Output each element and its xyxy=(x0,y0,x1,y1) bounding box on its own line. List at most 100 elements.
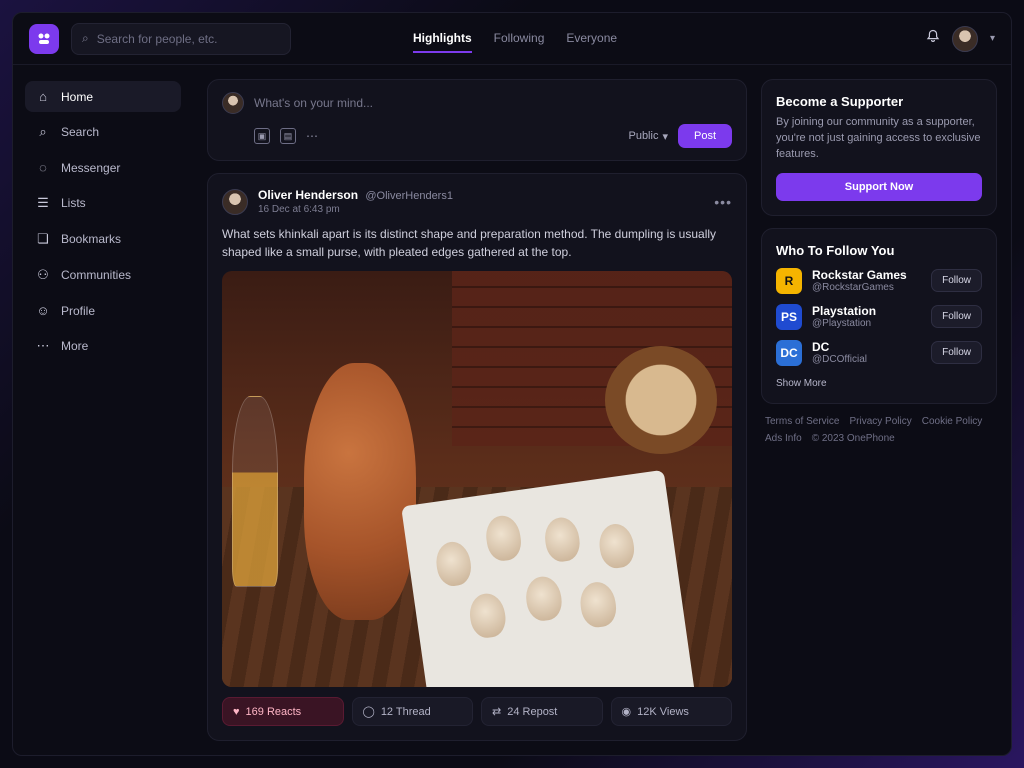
account-handle: @Playstation xyxy=(812,318,872,330)
notification-bell-icon[interactable] xyxy=(926,29,940,48)
post-image[interactable] xyxy=(222,271,732,687)
list-icon: ☰ xyxy=(37,195,49,210)
sidebar-item-more[interactable]: ⋯ More xyxy=(25,330,181,362)
composer-input[interactable] xyxy=(254,96,732,110)
tab-everyone[interactable]: Everyone xyxy=(566,25,617,53)
reacts-count: 169 Reacts xyxy=(245,705,302,718)
sidebar-item-label: Bookmarks xyxy=(61,232,122,246)
sidebar-item-bookmarks[interactable]: ❏ Bookmarks xyxy=(25,223,181,255)
sidebar-item-label: Lists xyxy=(61,196,86,210)
post-stats: ♥ 169 Reacts ◯ 12 Thread ⇄ 24 Repost ◉ 1… xyxy=(222,697,732,726)
follow-suggestion: DC DC @DCOfficial Follow xyxy=(776,339,982,366)
ads-info-link[interactable]: Ads Info xyxy=(765,433,802,444)
sidebar-item-messenger[interactable]: ◌ Messenger xyxy=(25,152,181,183)
sidebar-item-label: Profile xyxy=(61,303,96,318)
who-to-follow-card: Who To Follow You R Rockstar Games @Rock… xyxy=(761,227,997,404)
sidebar: ⌂ Home ⌕ Search ◌ Messenger ☰ Lists ❏ Bo… xyxy=(13,65,193,755)
post-author-name[interactable]: Oliver Henderson xyxy=(258,188,358,202)
post-text: What sets khinkali apart is its distinct… xyxy=(222,227,717,259)
image-icon[interactable]: ▣ xyxy=(254,128,270,144)
search-icon: ⌕ xyxy=(82,31,89,45)
post-button[interactable]: Post xyxy=(677,124,732,148)
repost-count: 24 Repost xyxy=(507,705,558,718)
account-name[interactable]: Rockstar Games xyxy=(812,268,907,282)
search-box[interactable]: ⌕ xyxy=(71,22,291,55)
sidebar-item-label: Home xyxy=(61,89,94,104)
follow-button[interactable]: Follow xyxy=(931,341,982,365)
playstation-logo-icon[interactable]: PS xyxy=(776,303,802,330)
visibility-value: Public xyxy=(628,130,659,142)
comment-icon: ◯ xyxy=(362,706,375,718)
account-handle: @DCOfficial xyxy=(812,354,867,366)
account-name[interactable]: Playstation xyxy=(812,304,876,318)
app-window: ⌕ Highlights Following Everyone ▾ ⌂ Home… xyxy=(12,12,1012,756)
post-more-icon[interactable]: ••• xyxy=(714,194,732,210)
right-column: Become a Supporter By joining our commun… xyxy=(761,65,1011,755)
home-icon: ⌂ xyxy=(39,89,47,104)
sidebar-item-communities[interactable]: ⚇ Communities xyxy=(25,259,181,291)
tab-following[interactable]: Following xyxy=(494,25,545,53)
reacts-button[interactable]: ♥ 169 Reacts xyxy=(222,697,344,726)
bookmark-icon: ❏ xyxy=(37,231,49,246)
profile-icon: ☺ xyxy=(36,303,50,318)
main-area: ⌂ Home ⌕ Search ◌ Messenger ☰ Lists ❏ Bo… xyxy=(13,65,1011,755)
follow-button[interactable]: Follow xyxy=(931,305,982,329)
show-more-link[interactable]: Show More xyxy=(776,378,982,389)
eye-icon: ◉ xyxy=(621,706,632,718)
feed: ▣ ▤ ⋯ Public ▾ Post xyxy=(193,65,761,755)
chat-icon: ◌ xyxy=(39,160,47,175)
supporter-title: Become a Supporter xyxy=(776,94,904,109)
sidebar-item-lists[interactable]: ☰ Lists xyxy=(25,187,181,219)
account-handle: @RockstarGames xyxy=(812,282,894,294)
sidebar-item-profile[interactable]: ☺ Profile xyxy=(25,295,181,326)
communities-icon: ⚇ xyxy=(37,267,49,282)
feed-tabs: Highlights Following Everyone xyxy=(413,25,617,53)
footer-links: Terms of Service Privacy Policy Cookie P… xyxy=(761,416,997,444)
support-now-button[interactable]: Support Now xyxy=(776,172,982,201)
repost-button[interactable]: ⇄ 24 Repost xyxy=(481,697,603,726)
account-name[interactable]: DC xyxy=(812,340,867,354)
visibility-select[interactable]: Public ▾ xyxy=(628,130,668,143)
follow-suggestion: R Rockstar Games @RockstarGames Follow xyxy=(776,267,982,294)
more-options-icon[interactable]: ⋯ xyxy=(306,129,318,143)
search-icon: ⌕ xyxy=(39,124,47,139)
terms-link[interactable]: Terms of Service xyxy=(765,416,839,427)
post-date: 16 Dec at 6:43 pm xyxy=(258,204,340,215)
heart-icon: ♥ xyxy=(233,705,240,718)
post-author-handle[interactable]: @OliverHenders1 xyxy=(365,190,453,202)
feed-post: Oliver Henderson @OliverHenders1 16 Dec … xyxy=(207,173,747,741)
views-count: 12K Views xyxy=(637,705,689,718)
dc-logo-icon[interactable]: DC xyxy=(776,339,802,366)
follow-suggestion: PS Playstation @Playstation Follow xyxy=(776,303,982,330)
repost-icon: ⇄ xyxy=(492,706,502,718)
sidebar-item-label: Communities xyxy=(61,268,132,282)
post-author-avatar[interactable] xyxy=(222,188,248,215)
sidebar-item-label: Search xyxy=(61,125,100,139)
search-input[interactable] xyxy=(96,31,280,46)
more-icon: ⋯ xyxy=(36,338,50,353)
sidebar-item-home[interactable]: ⌂ Home xyxy=(25,81,181,112)
privacy-link[interactable]: Privacy Policy xyxy=(849,416,911,427)
sidebar-item-label: More xyxy=(61,339,89,353)
sidebar-item-label: Messenger xyxy=(61,160,121,175)
composer-avatar xyxy=(222,92,244,114)
thread-button[interactable]: ◯ 12 Thread xyxy=(351,697,473,726)
post-composer: ▣ ▤ ⋯ Public ▾ Post xyxy=(207,79,747,161)
sidebar-item-search[interactable]: ⌕ Search xyxy=(25,116,181,148)
user-avatar[interactable] xyxy=(951,25,978,52)
top-right-actions: ▾ xyxy=(926,25,995,52)
rockstar-logo-icon[interactable]: R xyxy=(776,267,802,294)
follow-button[interactable]: Follow xyxy=(931,269,982,293)
post-author[interactable]: Oliver Henderson @OliverHenders1 xyxy=(258,188,453,202)
copyright-text: © 2023 OnePhone xyxy=(811,432,895,444)
thread-count: 12 Thread xyxy=(380,705,431,718)
supporter-text: By joining our community as a supporter,… xyxy=(776,116,981,160)
who-to-follow-title: Who To Follow You xyxy=(776,242,895,258)
gif-icon[interactable]: ▤ xyxy=(280,128,296,144)
chevron-down-icon[interactable]: ▾ xyxy=(990,33,995,44)
tab-highlights[interactable]: Highlights xyxy=(413,25,472,53)
app-logo[interactable] xyxy=(29,23,59,54)
supporter-card: Become a Supporter By joining our commun… xyxy=(761,79,997,216)
top-bar: ⌕ Highlights Following Everyone ▾ xyxy=(13,13,1011,65)
cookie-link[interactable]: Cookie Policy xyxy=(922,416,983,427)
